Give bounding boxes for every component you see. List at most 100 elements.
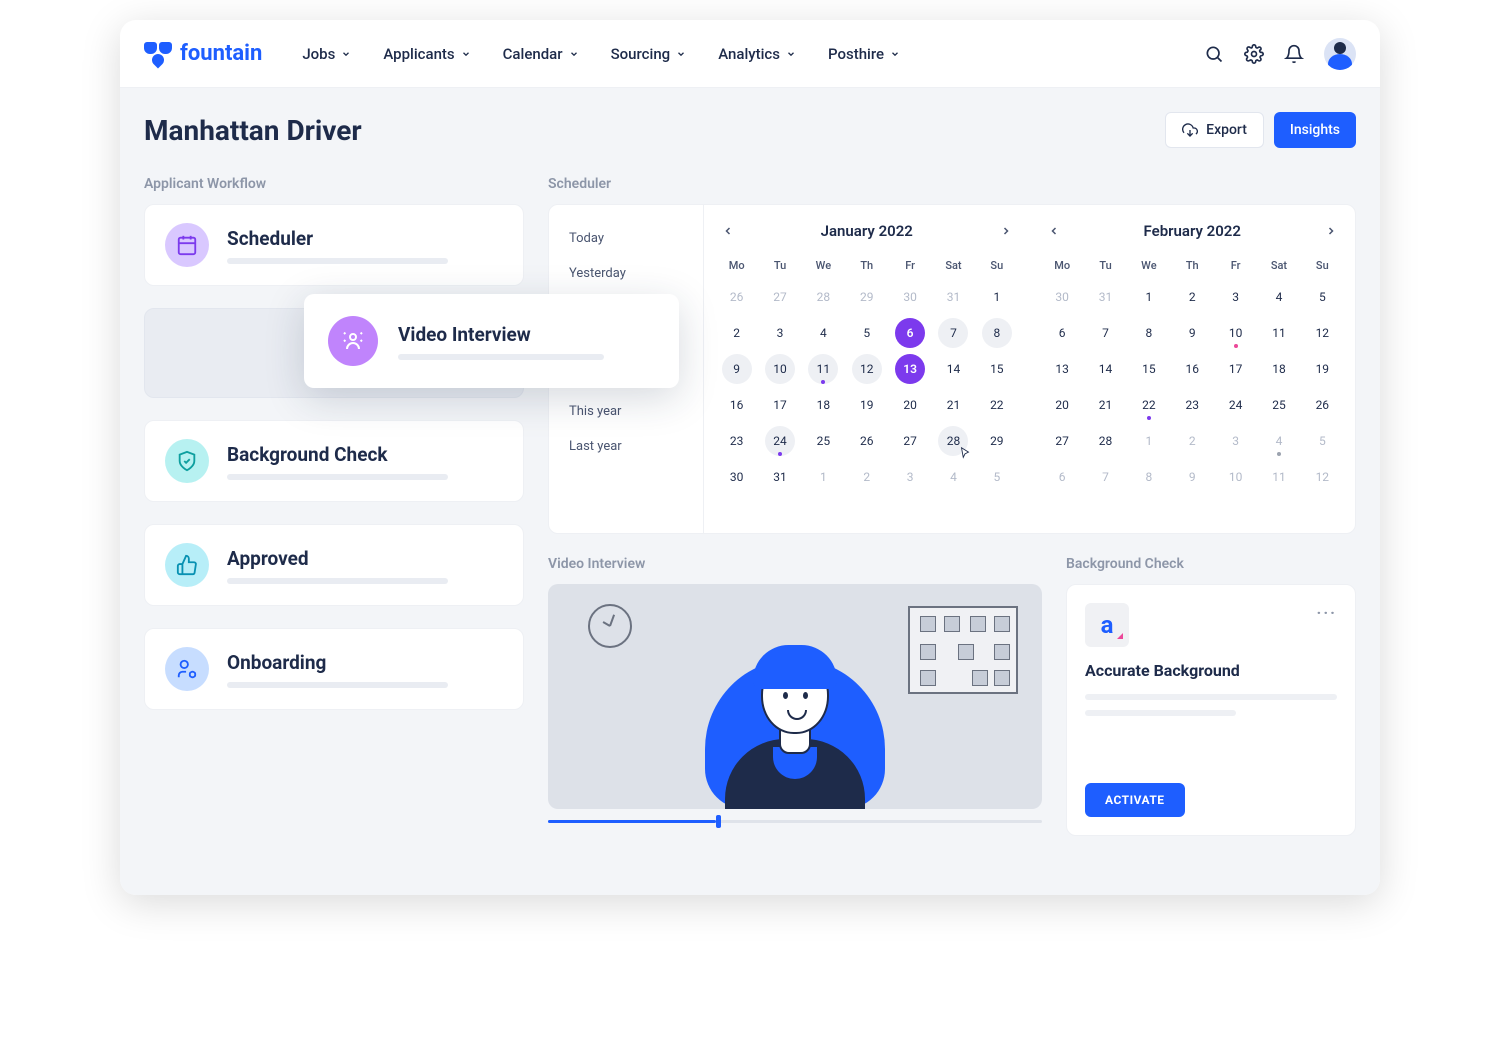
cal-day[interactable]: 5 (982, 462, 1012, 492)
cal-day[interactable]: 4 (1264, 426, 1294, 456)
workflow-card-approved[interactable]: Approved (144, 524, 524, 606)
cal-day[interactable]: 10 (765, 354, 795, 384)
cal-day[interactable]: 15 (1134, 354, 1164, 384)
workflow-card-scheduler[interactable]: Scheduler (144, 204, 524, 286)
cal-day[interactable]: 12 (852, 354, 882, 384)
cal-day[interactable]: 6 (1047, 318, 1077, 348)
cal-day[interactable]: 9 (722, 354, 752, 384)
cal-day[interactable]: 31 (938, 282, 968, 312)
cal-day[interactable]: 9 (1177, 318, 1207, 348)
cal-day[interactable]: 13 (1047, 354, 1077, 384)
video-scrubber[interactable] (548, 817, 1042, 825)
cal-day[interactable]: 9 (1177, 462, 1207, 492)
cal-day[interactable]: 4 (808, 318, 838, 348)
cal-day[interactable]: 3 (895, 462, 925, 492)
cal-day[interactable]: 31 (1091, 282, 1121, 312)
cal-day[interactable]: 3 (765, 318, 795, 348)
cal-day[interactable]: 17 (1221, 354, 1251, 384)
cal-day[interactable]: 1 (982, 282, 1012, 312)
cal-next[interactable] (1319, 219, 1343, 243)
cal-day[interactable]: 20 (1047, 390, 1077, 420)
cal-day[interactable]: 23 (722, 426, 752, 456)
workflow-card-video-interview[interactable]: Video Interview (304, 294, 679, 388)
cal-day[interactable]: 2 (1177, 282, 1207, 312)
cal-day[interactable]: 19 (1307, 354, 1337, 384)
cal-day[interactable]: 14 (938, 354, 968, 384)
cal-day[interactable]: 24 (765, 426, 795, 456)
cal-day[interactable]: 8 (982, 318, 1012, 348)
cal-day[interactable]: 8 (1134, 462, 1164, 492)
cal-day[interactable]: 30 (895, 282, 925, 312)
nav-item-posthire[interactable]: Posthire (828, 45, 900, 63)
cal-day[interactable]: 29 (852, 282, 882, 312)
export-button[interactable]: Export (1165, 112, 1264, 148)
video-preview[interactable] (548, 584, 1042, 809)
gear-icon[interactable] (1244, 44, 1264, 64)
preset-yesterday[interactable]: Yesterday (549, 256, 703, 291)
cal-day[interactable]: 11 (1264, 318, 1294, 348)
cal-day[interactable]: 28 (808, 282, 838, 312)
cal-day[interactable]: 23 (1177, 390, 1207, 420)
cal-day[interactable]: 3 (1221, 426, 1251, 456)
preset-this-year[interactable]: This year (549, 394, 703, 429)
cal-day[interactable]: 2 (1177, 426, 1207, 456)
cal-day[interactable]: 16 (1177, 354, 1207, 384)
workflow-card-onboarding[interactable]: Onboarding (144, 628, 524, 710)
cal-day[interactable]: 27 (895, 426, 925, 456)
cal-day[interactable]: 27 (1047, 426, 1077, 456)
cal-day[interactable]: 14 (1091, 354, 1121, 384)
nav-item-sourcing[interactable]: Sourcing (611, 45, 687, 63)
insights-button[interactable]: Insights (1274, 112, 1356, 148)
cal-day[interactable]: 7 (938, 318, 968, 348)
cal-day[interactable]: 2 (722, 318, 752, 348)
cal-day[interactable]: 2 (852, 462, 882, 492)
cal-day[interactable]: 27 (765, 282, 795, 312)
cal-day[interactable]: 18 (1264, 354, 1294, 384)
cal-day[interactable]: 7 (1091, 462, 1121, 492)
cal-day[interactable]: 29 (982, 426, 1012, 456)
cal-next[interactable] (994, 219, 1018, 243)
logo[interactable]: fountain (144, 41, 262, 66)
cal-day[interactable]: 17 (765, 390, 795, 420)
nav-item-jobs[interactable]: Jobs (302, 45, 351, 63)
cal-day[interactable]: 5 (852, 318, 882, 348)
cal-day[interactable]: 6 (895, 318, 925, 348)
avatar[interactable] (1324, 38, 1356, 70)
cal-day[interactable]: 8 (1134, 318, 1164, 348)
cal-day[interactable]: 12 (1307, 462, 1337, 492)
cal-day[interactable]: 15 (982, 354, 1012, 384)
activate-button[interactable]: ACTIVATE (1085, 783, 1185, 817)
cal-day[interactable]: 11 (808, 354, 838, 384)
workflow-card-background-check[interactable]: Background Check (144, 420, 524, 502)
cal-day[interactable]: 10 (1221, 462, 1251, 492)
preset-today[interactable]: Today (549, 221, 703, 256)
nav-item-calendar[interactable]: Calendar (503, 45, 579, 63)
cal-day[interactable]: 28 (1091, 426, 1121, 456)
cal-day[interactable]: 18 (808, 390, 838, 420)
cal-day[interactable]: 20 (895, 390, 925, 420)
cal-day[interactable]: 11 (1264, 462, 1294, 492)
cal-day[interactable]: 26 (852, 426, 882, 456)
cal-day[interactable]: 3 (1221, 282, 1251, 312)
cal-day[interactable]: 26 (722, 282, 752, 312)
cal-day[interactable]: 25 (1264, 390, 1294, 420)
cal-day[interactable]: 26 (1307, 390, 1337, 420)
cal-prev[interactable] (1042, 219, 1066, 243)
bell-icon[interactable] (1284, 44, 1304, 64)
cal-day[interactable]: 30 (722, 462, 752, 492)
cal-day[interactable]: 4 (938, 462, 968, 492)
cal-day[interactable]: 7 (1091, 318, 1121, 348)
search-icon[interactable] (1204, 44, 1224, 64)
more-icon[interactable]: ··· (1317, 603, 1337, 622)
cal-day[interactable]: 22 (982, 390, 1012, 420)
cal-day[interactable]: 5 (1307, 282, 1337, 312)
cal-day[interactable]: 21 (1091, 390, 1121, 420)
cal-day[interactable]: 1 (1134, 426, 1164, 456)
cal-day[interactable]: 24 (1221, 390, 1251, 420)
cal-day[interactable]: 13 (895, 354, 925, 384)
cal-prev[interactable] (716, 219, 740, 243)
cal-day[interactable]: 12 (1307, 318, 1337, 348)
cal-day[interactable]: 4 (1264, 282, 1294, 312)
preset-last-year[interactable]: Last year (549, 429, 703, 464)
cal-day[interactable]: 6 (1047, 462, 1077, 492)
